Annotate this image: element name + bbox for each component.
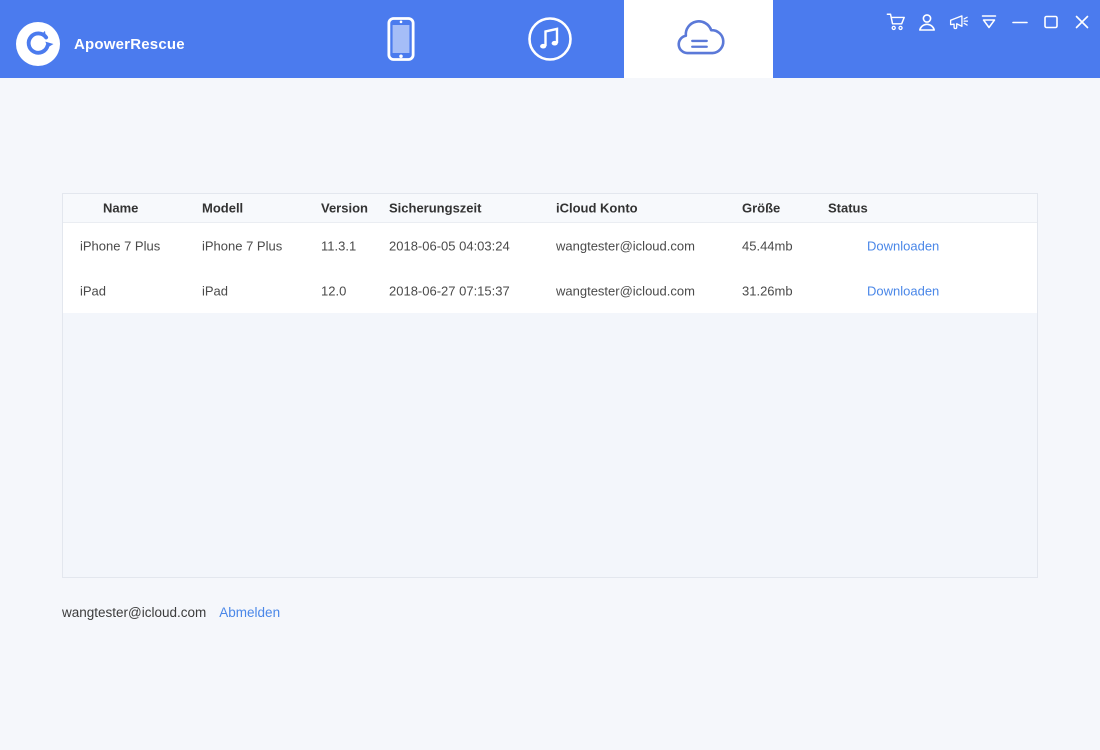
- logout-link[interactable]: Abmelden: [219, 605, 280, 620]
- cell-version: 11.3.1: [321, 238, 357, 253]
- cell-modell: iPhone 7 Plus: [202, 238, 283, 253]
- smartphone-icon: [386, 16, 415, 62]
- account-bar: wangtester@icloud.com Abmelden: [62, 605, 280, 620]
- tab-device-recovery[interactable]: [326, 0, 475, 78]
- tab-itunes-backup[interactable]: [475, 0, 624, 78]
- account-email: wangtester@icloud.com: [62, 605, 207, 620]
- column-header-groesse: Größe: [742, 200, 781, 216]
- table-row: iPhone 7 Plus iPhone 7 Plus 11.3.1 2018-…: [63, 223, 1037, 268]
- tab-icloud-backup[interactable]: [624, 0, 773, 78]
- cell-icloud-konto: wangtester@icloud.com: [556, 283, 695, 298]
- itunes-music-icon: [527, 16, 573, 62]
- cell-version: 12.0: [321, 283, 347, 298]
- cell-sicherungszeit: 2018-06-05 04:03:24: [389, 238, 510, 253]
- maximize-button[interactable]: [1041, 12, 1061, 32]
- backup-table: Name Modell Version Sicherungszeit iClou…: [62, 193, 1038, 578]
- cart-icon[interactable]: [886, 12, 906, 32]
- close-button[interactable]: [1072, 12, 1092, 32]
- dropdown-icon[interactable]: [979, 12, 999, 32]
- cell-name: iPad: [80, 283, 107, 298]
- cell-modell: iPad: [202, 283, 229, 298]
- column-header-version: Version: [321, 200, 368, 216]
- dolphin-swirl-icon: [21, 27, 55, 61]
- main-tabs: [326, 0, 773, 78]
- app-title: ApowerRescue: [74, 36, 185, 53]
- cell-groesse: 31.26mb: [742, 283, 793, 298]
- cell-groesse: 45.44mb: [742, 238, 793, 253]
- minimize-button[interactable]: [1010, 12, 1030, 32]
- app-logo: [16, 22, 60, 66]
- column-header-sicherungszeit: Sicherungszeit: [389, 200, 482, 216]
- cell-sicherungszeit: 2018-06-27 07:15:37: [389, 283, 510, 298]
- cell-icloud-konto: wangtester@icloud.com: [556, 238, 695, 253]
- titlebar: ApowerRescue: [0, 0, 1100, 78]
- cell-name: iPhone 7 Plus: [80, 238, 161, 253]
- app-window: ApowerRescue Name Modell Version Sicheru…: [0, 0, 1100, 750]
- column-header-icloud-konto: iCloud Konto: [556, 200, 638, 216]
- main-content: Abrufen von iCloud Backup Informationen.…: [0, 78, 1100, 750]
- icloud-icon: [670, 18, 728, 60]
- column-header-name: Name: [103, 200, 139, 216]
- download-link[interactable]: Downloaden: [867, 283, 939, 298]
- table-header-row: Name Modell Version Sicherungszeit iClou…: [63, 194, 1037, 223]
- download-link[interactable]: Downloaden: [867, 238, 939, 253]
- megaphone-icon[interactable]: [948, 12, 968, 32]
- titlebar-actions: [886, 10, 1092, 34]
- user-icon[interactable]: [917, 12, 937, 32]
- column-header-modell: Modell: [202, 200, 244, 216]
- column-header-status: Status: [828, 200, 868, 216]
- table-row: iPad iPad 12.0 2018-06-27 07:15:37 wangt…: [63, 268, 1037, 313]
